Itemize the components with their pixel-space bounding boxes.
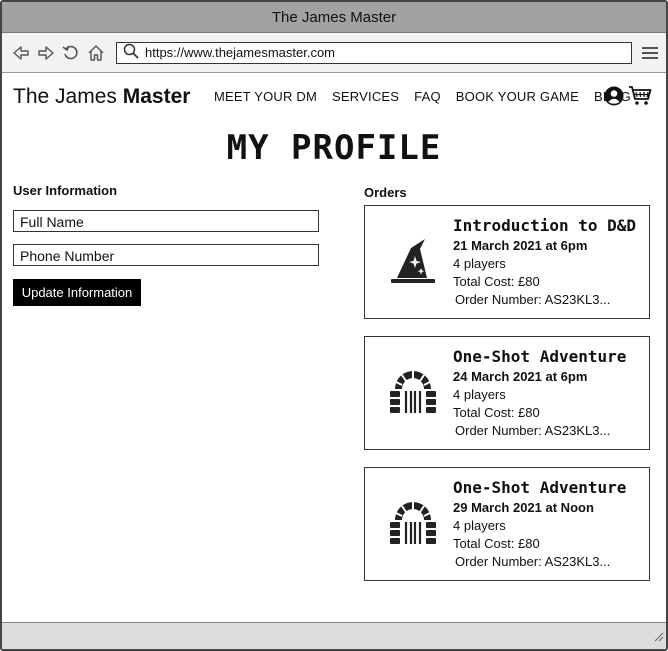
logo-text-light: The James [13,85,123,108]
order-title: One-Shot Adventure [453,347,627,366]
address-bar[interactable]: https://www.thejamesmaster.com [116,41,632,64]
browser-window: The James Master https://www.thejamesmas… [0,0,668,651]
account-icon[interactable] [604,86,624,111]
order-card[interactable]: Introduction to D&D 21 March 2021 at 6pm… [364,205,650,319]
order-number: Order Number: AS23KL3... [455,554,611,569]
full-name-field[interactable]: Full Name [13,210,319,232]
status-bar [2,622,666,649]
dungeon-door-icon [387,367,439,419]
wizard-hat-icon [387,236,439,288]
order-players: 4 players [453,518,506,533]
window-title: The James Master [271,8,397,26]
order-info: One-Shot Adventure 29 March 2021 at Noon… [453,478,626,569]
orders-heading: Orders [364,185,407,200]
order-cost: Total Cost: £80 [453,536,540,551]
update-information-button[interactable]: Update Information [13,279,141,306]
menu-icon[interactable] [642,46,658,59]
logo-text-bold: Master [122,85,191,108]
nav-meet-your-dm[interactable]: MEET YOUR DM [214,89,317,104]
order-cost: Total Cost: £80 [453,274,540,289]
cart-icon[interactable] [628,85,652,112]
order-info: One-Shot Adventure 24 March 2021 at 6pm … [453,347,626,438]
order-card[interactable]: One-Shot Adventure 24 March 2021 at 6pm … [364,336,650,450]
main-nav: MEET YOUR DM SERVICES FAQ BOOK YOUR GAME… [214,89,646,104]
dungeon-door-icon [387,498,439,550]
order-info: Introduction to D&D 21 March 2021 at 6pm… [453,216,636,307]
order-number: Order Number: AS23KL3... [455,292,611,307]
order-players: 4 players [453,256,506,271]
order-date: 29 March 2021 at Noon [453,500,594,515]
order-title: Introduction to D&D [453,216,637,235]
page-title: MY PROFILE [226,128,442,168]
user-info-heading: User Information [13,183,118,198]
site-header: The James Master MEET YOUR DM SERVICES F… [2,73,666,121]
nav-services[interactable]: SERVICES [332,89,399,104]
header-icons [604,85,652,112]
site-logo[interactable]: The James Master [13,85,190,109]
search-icon [123,43,139,62]
url-text: https://www.thejamesmaster.com [145,45,336,60]
order-players: 4 players [453,387,506,402]
order-date: 21 March 2021 at 6pm [453,238,588,253]
resize-grip-icon[interactable] [652,629,664,647]
order-number: Order Number: AS23KL3... [455,423,611,438]
window-titlebar: The James Master [2,2,666,33]
order-cost: Total Cost: £80 [453,405,540,420]
nav-book-your-game[interactable]: BOOK YOUR GAME [456,89,579,104]
order-card[interactable]: One-Shot Adventure 29 March 2021 at Noon… [364,467,650,581]
phone-number-field[interactable]: Phone Number [13,244,319,266]
browser-toolbar: https://www.thejamesmaster.com [2,33,666,73]
order-title: One-Shot Adventure [453,478,627,497]
reload-icon[interactable] [60,42,82,64]
back-icon[interactable] [10,42,32,64]
home-icon[interactable] [85,42,107,64]
forward-icon[interactable] [35,42,57,64]
nav-faq[interactable]: FAQ [414,89,441,104]
order-date: 24 March 2021 at 6pm [453,369,588,384]
